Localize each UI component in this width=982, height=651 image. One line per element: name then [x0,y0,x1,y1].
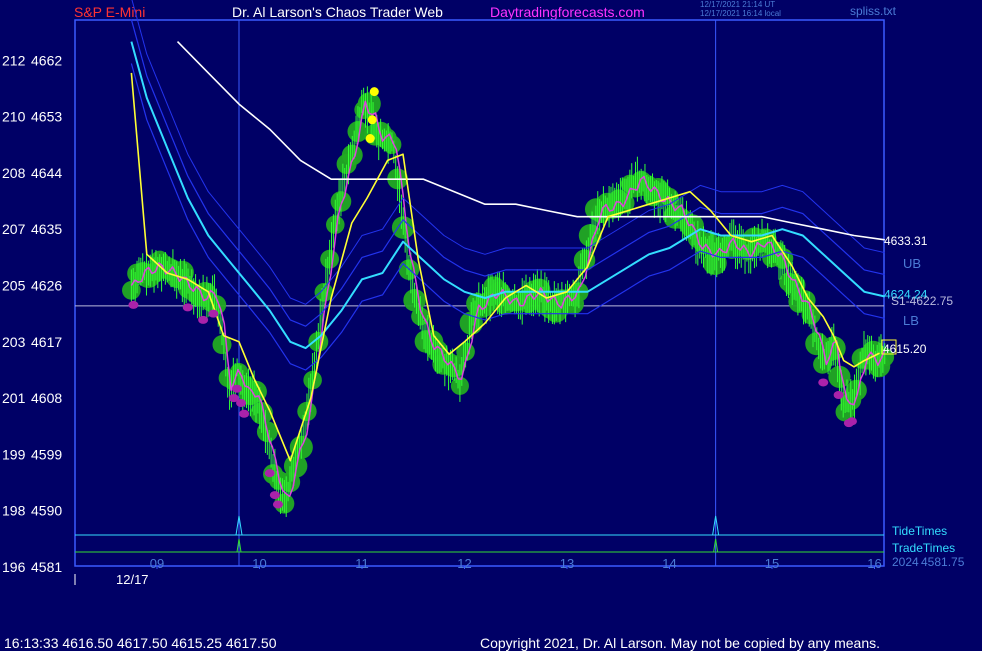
support-label: S1-4622.75 [891,294,953,308]
flux-bubbles-layer [122,92,895,514]
x-tick-12: 12 [457,556,471,571]
y-tick-emini-0: 212 [2,52,26,68]
x-tick-09: 09 [150,556,164,571]
sell-marker-6 [236,399,247,408]
upper-band-label: UB [903,256,921,271]
lower-band-label: LB [903,313,919,328]
slow-average-line [176,41,885,241]
copyright-notice: Copyright 2021, Dr. Al Larson. May not b… [480,635,881,651]
sell-marker-10 [272,500,283,509]
y-tick-price-4: 4626 [31,278,62,294]
y-tick-price-0: 4662 [31,52,62,68]
tide-times-label: TideTimes [892,524,947,538]
buy-marker-1 [367,115,377,125]
x-tick-16: 16 [867,556,881,571]
y-tick-emini-7: 199 [2,446,26,462]
y-tick-emini-3: 207 [2,221,26,237]
sell-marker-1 [182,303,193,312]
buy-marker-0 [369,87,379,97]
fast-last-value: 4615.20 [883,342,927,356]
sell-marker-2 [198,315,209,324]
buy-marker-2 [365,134,375,144]
y-tick-emini-9: 196 [2,559,26,575]
y-tick-emini-5: 203 [2,334,26,350]
x-tick-15: 15 [765,556,779,571]
date-label: 12/17 [116,572,149,587]
y-tick-emini-8: 198 [2,503,26,519]
y-tick-emini-6: 201 [2,390,26,406]
sell-marker-5 [231,384,242,393]
sell-marker-3 [208,309,219,318]
x-tick-14: 14 [662,556,676,571]
slow-last-value: 4633.31 [884,234,928,248]
y-tick-price-5: 4617 [31,334,62,350]
sell-marker-11 [818,378,829,387]
x-tick-11: 11 [355,556,369,571]
trend-line [130,100,886,498]
overlap-label-a: 2024 [892,555,919,569]
y-tick-emini-4: 205 [2,278,26,294]
trade-times-label: TradeTimes [892,541,955,555]
y-tick-emini-1: 210 [2,109,26,125]
sell-marker-7 [239,409,250,418]
sell-marker-0 [128,300,139,309]
x-tick-10: 10 [252,556,266,571]
y-tick-price-1: 4653 [31,109,62,125]
y-tick-price-8: 4590 [31,503,62,519]
y-tick-emini-2: 208 [2,165,26,181]
sell-marker-12 [833,390,844,399]
x-tick-13: 13 [560,556,574,571]
sell-marker-8 [264,469,275,478]
y-tick-price-7: 4599 [31,446,62,462]
markers-layer [128,87,857,553]
y-tick-price-6: 4608 [31,390,62,406]
price-chart: 212 4662 210 4653 208 4644 207 4635 205 4626 203 46… [2,0,965,587]
sell-marker-9 [269,491,280,500]
overlap-label-b: 4581.75 [921,555,965,569]
y-tick-price-9: 4581 [31,559,62,575]
quote-readout: 16:13:33 4616.50 4617.50 4615.25 4617.50 [4,635,277,651]
y-tick-price-2: 4644 [31,165,62,181]
sell-marker-14 [846,417,857,426]
y-tick-price-3: 4635 [31,221,62,237]
